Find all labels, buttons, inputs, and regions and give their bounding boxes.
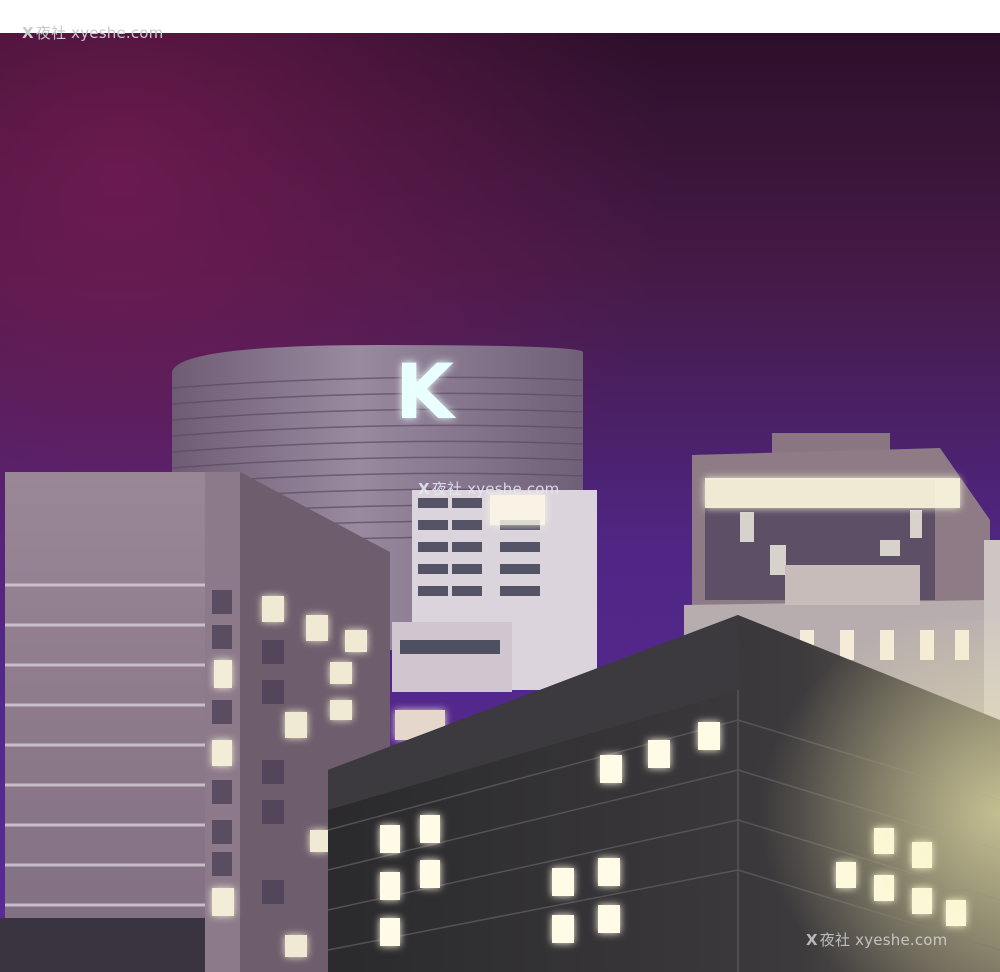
night-city-skyline: K [0, 33, 1000, 972]
watermark-text: 夜社 xyeshe.com [819, 931, 948, 949]
watermark-x-icon: X [806, 931, 818, 949]
watermark-x-icon: X [418, 480, 430, 498]
watermark-text: 夜社 xyeshe.com [35, 24, 164, 42]
watermark-bottom: X 夜社 xyeshe.com [806, 929, 947, 950]
watermark-text: 夜社 xyeshe.com [431, 480, 560, 498]
tower-k-sign: K [395, 347, 457, 436]
watermark-x-icon: X [22, 24, 34, 42]
watermark-middle: X 夜社 xyeshe.com [418, 478, 559, 499]
watermark-top: X 夜社 xyeshe.com [22, 22, 163, 43]
